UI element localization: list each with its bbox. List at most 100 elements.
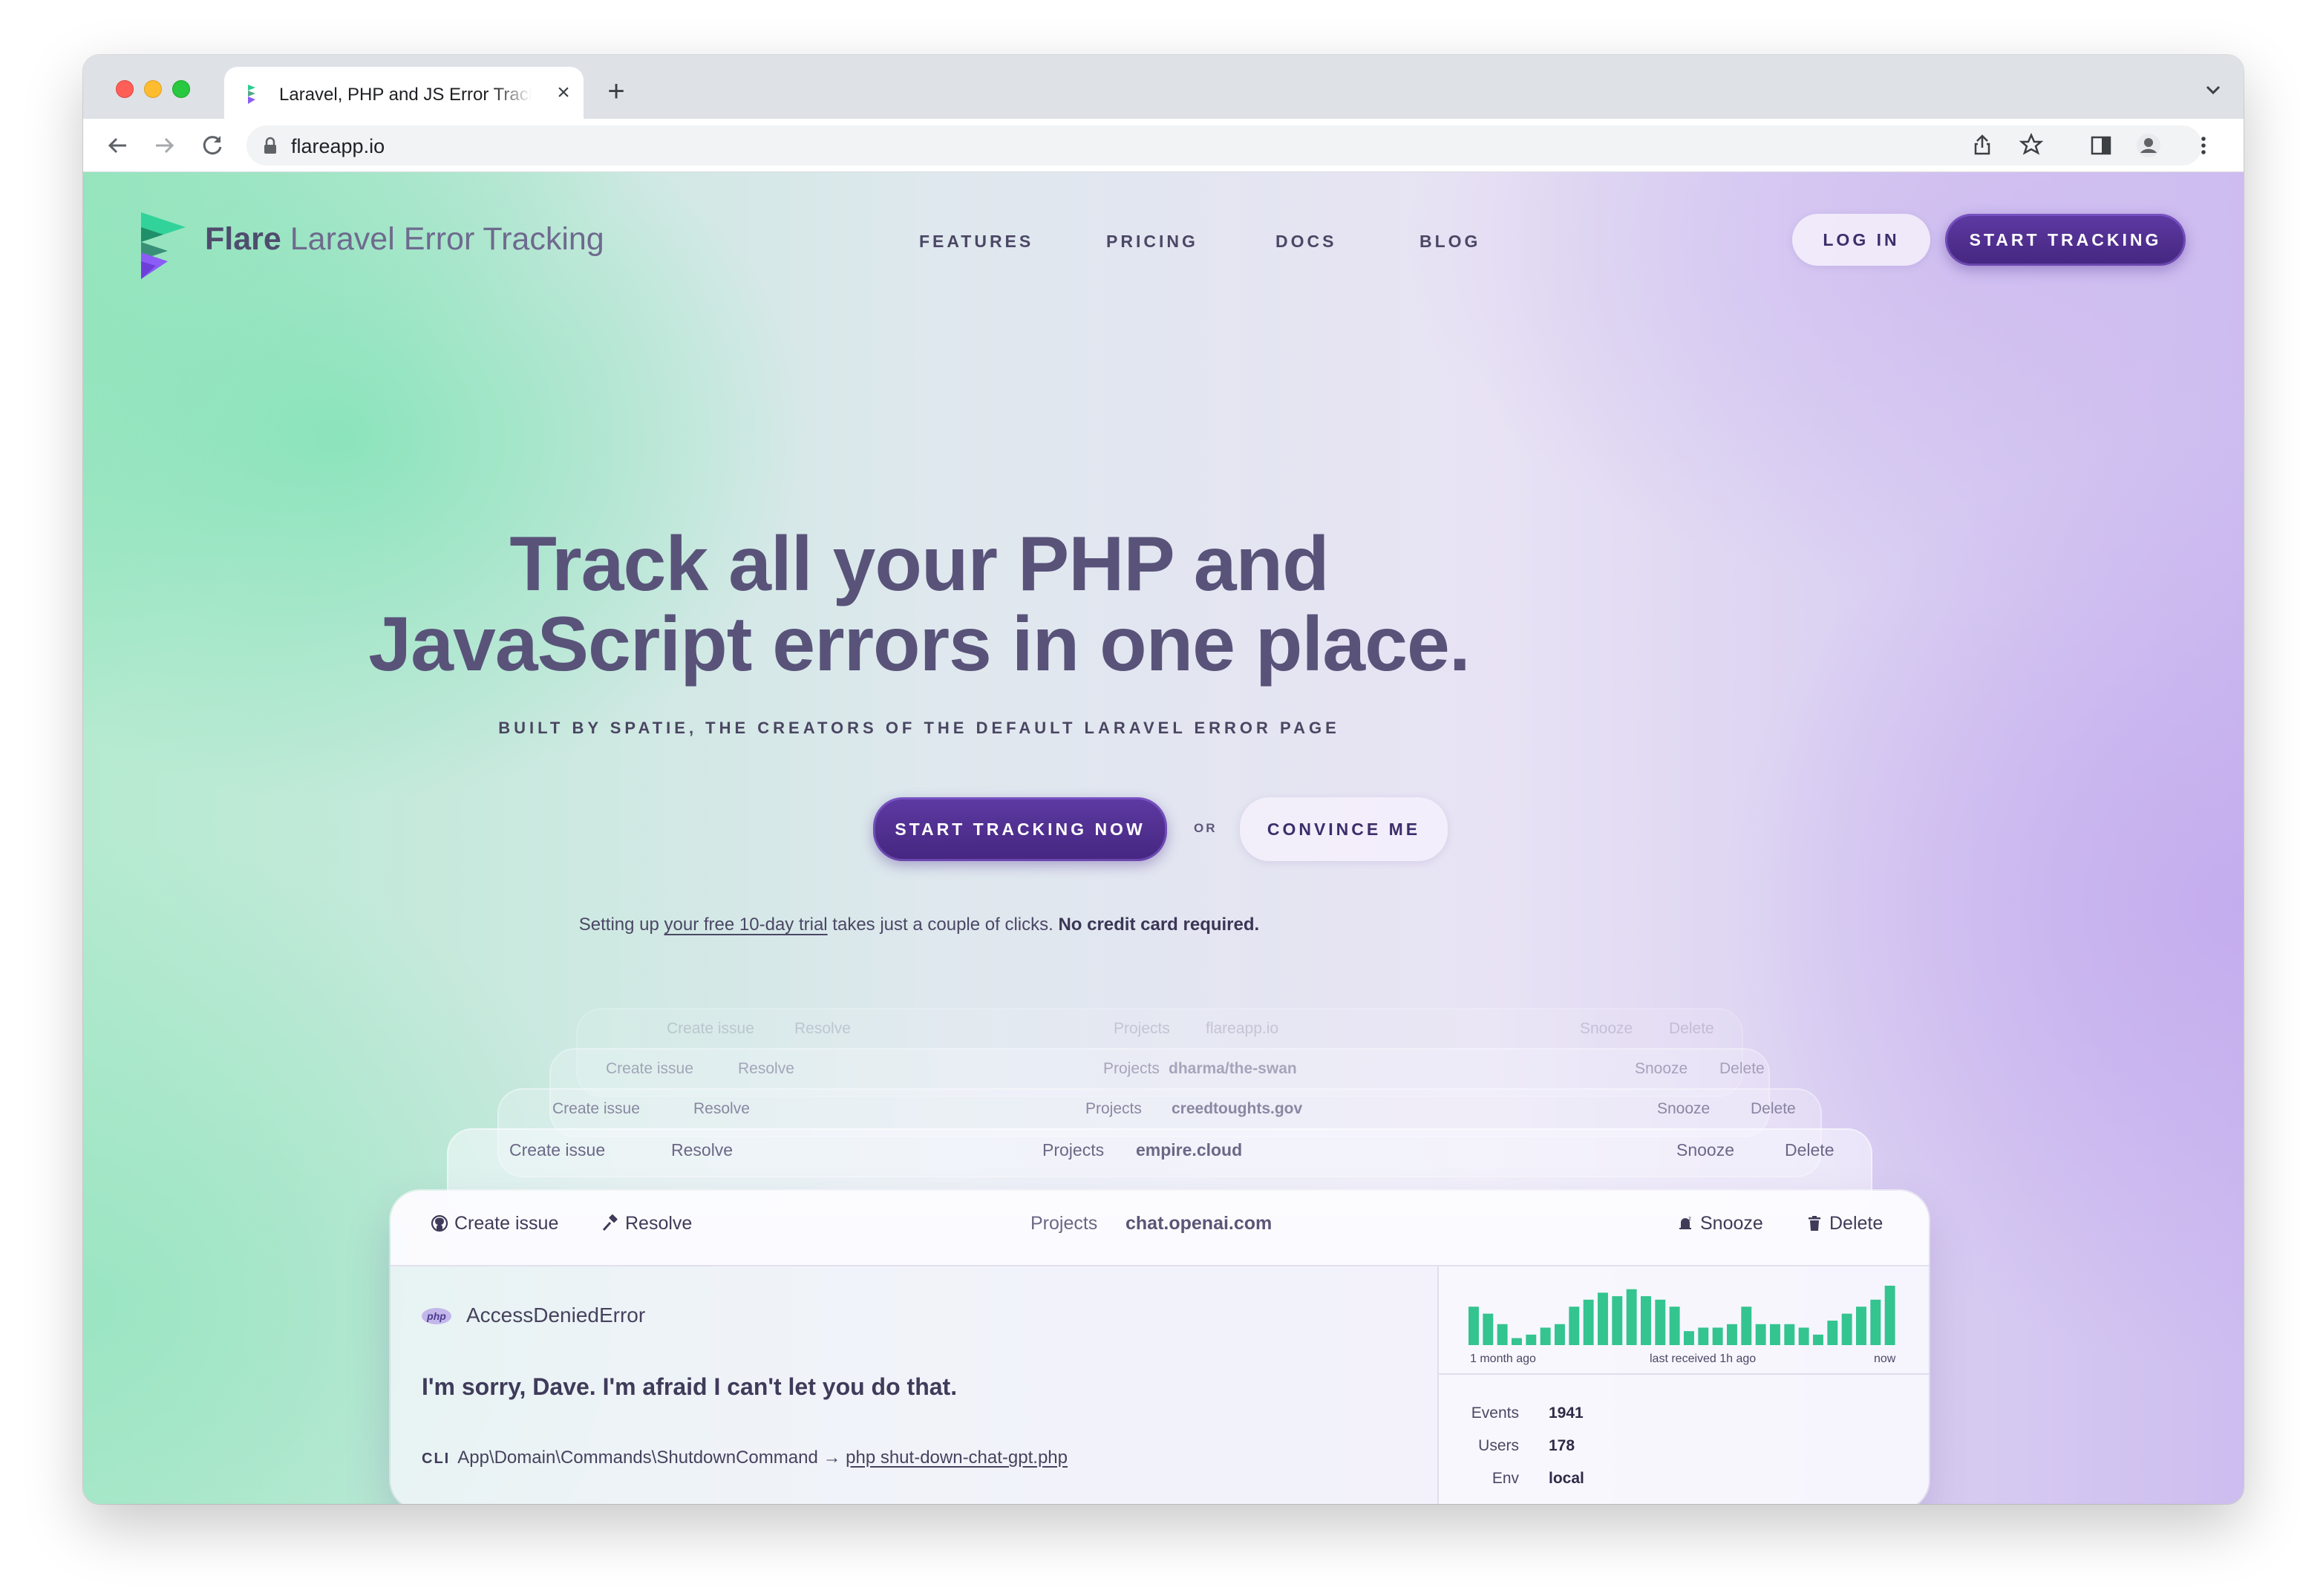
chart-bar: [1884, 1286, 1895, 1345]
minimize-window-button[interactable]: [144, 80, 162, 98]
close-window-button[interactable]: [116, 80, 134, 98]
nav-docs[interactable]: DOCS: [1275, 232, 1336, 252]
chart-bar: [1856, 1306, 1866, 1345]
chart-bar: [1483, 1313, 1494, 1345]
stat-users-value: 178: [1549, 1437, 1575, 1454]
hero-title-line-1: Track all your PHP and: [509, 521, 1329, 607]
start-tracking-button[interactable]: START TRACKING: [1945, 214, 2186, 266]
login-button[interactable]: LOG IN: [1792, 214, 1930, 266]
chart-bar: [1598, 1292, 1608, 1345]
bell-snooze-icon: z: [1679, 1215, 1691, 1229]
nav-pricing[interactable]: PRICING: [1106, 232, 1198, 252]
resolve-button[interactable]: Resolve: [601, 1213, 692, 1234]
stat-env-value: local: [1549, 1470, 1584, 1487]
trash-icon: [1809, 1216, 1820, 1231]
nav-blog[interactable]: BLOG: [1419, 232, 1480, 252]
chart-bar: [1698, 1327, 1709, 1345]
reload-icon[interactable]: [199, 132, 226, 159]
chart-label-last-received: last received 1h ago: [1650, 1353, 1757, 1365]
stat-env-key: Env: [1492, 1470, 1519, 1487]
chevron-down-icon[interactable]: [2202, 79, 2224, 101]
chart-bar: [1641, 1296, 1651, 1345]
php-badge: php: [422, 1308, 451, 1324]
brand-title: Flare: [205, 221, 281, 257]
resolve-label: Resolve: [671, 1140, 734, 1160]
browser-toolbar: flareapp.io: [83, 119, 2244, 172]
resolve-label: Resolve: [738, 1060, 794, 1077]
error-message: I'm sorry, Dave. I'm afraid I can't let …: [422, 1373, 958, 1400]
projects-label: Projects: [1042, 1140, 1105, 1160]
new-tab-button[interactable]: +: [601, 76, 631, 107]
delete-label: Delete: [1785, 1140, 1835, 1160]
project-name: flareapp.io: [1206, 1020, 1279, 1037]
error-class-name[interactable]: AccessDeniedError: [466, 1304, 645, 1327]
chart-bar: [1755, 1324, 1766, 1345]
delete-label: Delete: [1669, 1020, 1714, 1037]
chart-bar: [1870, 1299, 1881, 1345]
arrow-left-icon[interactable]: [104, 132, 131, 159]
close-tab-icon[interactable]: ×: [551, 80, 576, 105]
trial-note: Setting up your free 10-day trial takes …: [380, 915, 1458, 935]
chart-bar: [1669, 1306, 1680, 1345]
delete-label: Delete: [1751, 1100, 1796, 1117]
chart-bar: [1569, 1306, 1580, 1345]
address-bar[interactable]: flareapp.io: [246, 125, 2202, 166]
create-issue-button[interactable]: Create issue: [431, 1213, 558, 1234]
error-card: Create issue Resolve Projects chat.opena…: [391, 1191, 1929, 1504]
chart-bar: [1497, 1324, 1508, 1345]
chart-label-start: 1 month ago: [1470, 1353, 1536, 1365]
flare-logo-icon[interactable]: [138, 209, 189, 281]
chart-bar: [1841, 1313, 1852, 1345]
snooze-label: Snooze: [1657, 1100, 1711, 1117]
error-details: php AccessDeniedError I'm sorry, Dave. I…: [391, 1266, 1437, 1504]
chart-bar: [1813, 1334, 1823, 1345]
stat-events-value: 1941: [1549, 1404, 1584, 1422]
chart-bar: [1540, 1327, 1551, 1345]
command-file-link[interactable]: php shut-down-chat-gpt.php: [846, 1448, 1068, 1468]
chart-bar: [1712, 1327, 1723, 1345]
chart-bar: [1555, 1324, 1565, 1345]
chart-bar: [1784, 1324, 1795, 1345]
share-icon[interactable]: [1969, 131, 1996, 158]
star-icon[interactable]: [2018, 131, 2045, 158]
command-class: App\Domain\Commands\ShutdownCommand →: [457, 1448, 846, 1468]
snooze-label: Snooze: [1580, 1020, 1633, 1037]
hero-subheading: BUILT BY SPATIE, THE CREATORS OF THE DEF…: [498, 719, 1340, 737]
chart-bar: [1468, 1306, 1479, 1345]
arrow-right-icon[interactable]: [151, 132, 178, 159]
start-tracking-now-button[interactable]: START TRACKING NOW: [873, 797, 1167, 861]
delete-button[interactable]: Delete: [1806, 1213, 1883, 1234]
free-trial-link[interactable]: your free 10-day trial: [664, 915, 828, 935]
chart-bar: [1655, 1299, 1666, 1345]
chart-bar: [1827, 1321, 1838, 1345]
browser-tab-active[interactable]: Laravel, PHP and JS Error Tracking ×: [224, 67, 584, 119]
tab-strip: Laravel, PHP and JS Error Tracking × +: [83, 55, 2244, 119]
chart-bar: [1626, 1289, 1637, 1345]
hero-title-line-2: JavaScript errors in one place.: [368, 601, 1470, 687]
projects-label: Projects: [1085, 1100, 1142, 1117]
lock-icon: [264, 137, 276, 154]
error-card-header: Create issue Resolve Projects chat.opena…: [391, 1191, 1929, 1266]
zoom-window-button[interactable]: [172, 80, 190, 98]
brand-name[interactable]: Flare Laravel Error Tracking: [205, 221, 604, 258]
project-name[interactable]: chat.openai.com: [1126, 1213, 1272, 1234]
github-icon: [431, 1214, 448, 1232]
kebab-menu-icon[interactable]: [2190, 132, 2217, 159]
error-location: CLI App\Domain\Commands\ShutdownCommand →…: [422, 1448, 1068, 1468]
profile-avatar-icon[interactable]: [2135, 132, 2162, 159]
nav-features[interactable]: FEATURES: [919, 232, 1033, 252]
tab-title: Laravel, PHP and JS Error Tracking: [279, 85, 532, 105]
chart-bar: [1684, 1331, 1694, 1345]
create-issue-label: Create issue: [552, 1100, 640, 1117]
chart-label-now: now: [1874, 1353, 1896, 1365]
chart-bar: [1512, 1338, 1522, 1345]
divider: [1439, 1373, 1929, 1375]
side-panel-icon[interactable]: [2088, 132, 2114, 159]
project-name: creedtoughts.gov: [1172, 1100, 1303, 1117]
create-issue-label: Create issue: [454, 1213, 559, 1234]
svg-text:z: z: [1688, 1215, 1691, 1222]
snooze-label: Snooze: [1676, 1140, 1735, 1160]
convince-me-button[interactable]: CONVINCE ME: [1240, 797, 1448, 861]
cli-label: CLI: [422, 1451, 451, 1467]
snooze-button[interactable]: z Snooze: [1676, 1213, 1763, 1234]
